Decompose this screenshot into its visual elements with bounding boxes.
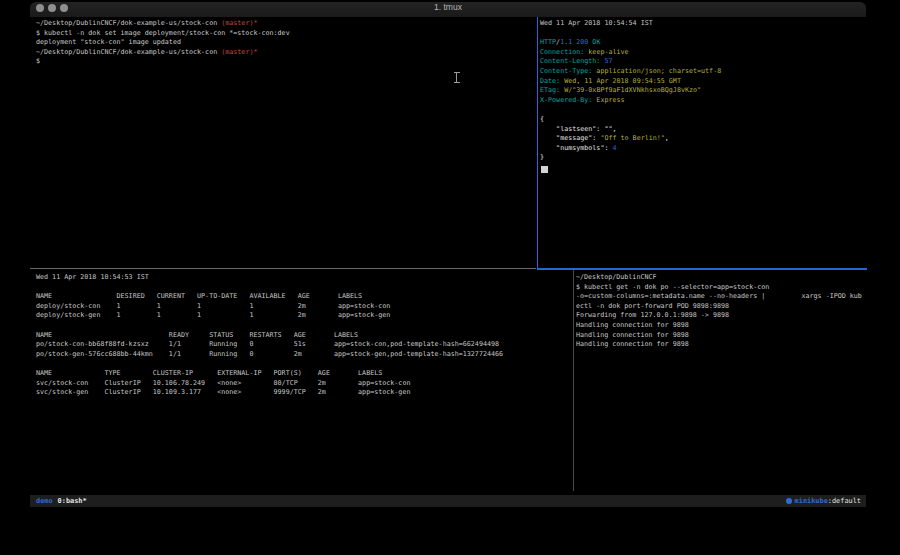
terminal-line: svc/stock-con ClusterIP 10.106.78.249 <n… xyxy=(36,379,566,389)
terminal-line: NAME DESIRED CURRENT UP-TO-DATE AVAILABL… xyxy=(36,292,566,302)
terminal-line: Date: Wed, 11 Apr 2018 09:54:55 GMT xyxy=(540,77,862,87)
pane-bottom-right[interactable]: ~/Desktop/DublinCNCF$ kubectl get -n dok… xyxy=(576,273,864,350)
terminal-line xyxy=(36,359,566,369)
tmux-status-bar: demo 0:bash* minikube:default xyxy=(30,495,866,507)
kubernetes-icon xyxy=(786,498,792,504)
terminal-line: "message": "Off to Berlin!", xyxy=(540,134,862,144)
pane-bottom-left[interactable]: Wed 11 Apr 2018 10:54:53 IST NAME DESIRED… xyxy=(36,273,566,398)
tmux-session-name[interactable]: demo xyxy=(36,497,53,505)
pane-divider-horizontal-right[interactable] xyxy=(537,268,867,270)
terminal-line: ectl -n dok port-forward POD 9898:9898 xyxy=(576,302,864,312)
terminal-line: deployment "stock-con" image updated xyxy=(36,38,534,48)
terminal-line: Handling connection for 9898 xyxy=(576,340,864,350)
terminal-line: po/stock-gen-576cc688bb-44kmn 1/1 Runnin… xyxy=(36,350,566,360)
terminal-line: Content-Type: application/json; charset=… xyxy=(540,67,862,77)
tmux-terminal: ~/Desktop/DublinCNCF/dok-example-us/stoc… xyxy=(30,17,866,495)
terminal-line: Handling connection for 9898 xyxy=(576,331,864,341)
pane-divider-horizontal-left[interactable] xyxy=(30,268,536,269)
pane-top-right[interactable]: Wed 11 Apr 2018 10:54:54 IST HTTP/1.1 200… xyxy=(540,19,862,163)
terminal-line: $ xyxy=(36,57,534,67)
terminal-line: HTTP/1.1 200 OK xyxy=(540,38,862,48)
pane-top-left[interactable]: ~/Desktop/DublinCNCF/dok-example-us/stoc… xyxy=(36,19,534,67)
status-left: demo 0:bash* xyxy=(36,495,87,507)
terminal-line: ~/Desktop/DublinCNCF xyxy=(576,273,864,283)
window-titlebar[interactable]: 1. tmux xyxy=(30,2,866,17)
terminal-line: deploy/stock-gen 1 1 1 1 2m app=stock-ge… xyxy=(36,311,566,321)
terminal-line: Wed 11 Apr 2018 10:54:54 IST xyxy=(540,19,862,29)
terminal-cursor xyxy=(541,166,548,174)
terminal-window: 1. tmux ~/Desktop/DublinCNCF/dok-example… xyxy=(30,2,866,507)
terminal-line xyxy=(36,283,566,293)
status-right: minikube:default xyxy=(786,495,861,507)
terminal-line: NAME TYPE CLUSTER-IP EXTERNAL-IP PORT(S)… xyxy=(36,369,566,379)
window-title: 1. tmux xyxy=(30,2,866,17)
terminal-line: "numsymbols": 4 xyxy=(540,144,862,154)
terminal-line: svc/stock-gen ClusterIP 10.109.3.177 <no… xyxy=(36,388,566,398)
kube-namespace: :default xyxy=(828,495,861,507)
terminal-line: Forwarding from 127.0.0.1:9898 -> 9898 xyxy=(576,311,864,321)
terminal-line xyxy=(36,321,566,331)
terminal-line: ETag: W/"39-0xBPf9aF1dXVNkhsxoBQgJ8vKzo" xyxy=(540,86,862,96)
pane-divider-vertical-bottom[interactable] xyxy=(573,270,574,491)
terminal-line: $ kubectl -n dok set image deployment/st… xyxy=(36,29,534,39)
terminal-line: X-Powered-By: Express xyxy=(540,96,862,106)
terminal-line: ~/Desktop/DublinCNCF/dok-example-us/stoc… xyxy=(36,48,534,58)
desktop-background: 1. tmux ~/Desktop/DublinCNCF/dok-example… xyxy=(0,0,900,555)
terminal-line xyxy=(540,105,862,115)
terminal-line: Wed 11 Apr 2018 10:54:53 IST xyxy=(36,273,566,283)
terminal-line: } xyxy=(540,153,862,163)
terminal-line: { xyxy=(540,115,862,125)
terminal-line: -o=custom-columns=:metadata.name --no-he… xyxy=(576,292,864,302)
terminal-line: $ kubectl get -n dok po --selector=app=s… xyxy=(576,283,864,293)
terminal-line: deploy/stock-con 1 1 1 1 2m app=stock-co… xyxy=(36,302,566,312)
terminal-line: Connection: keep-alive xyxy=(540,48,862,58)
tmux-window-item[interactable]: 0:bash* xyxy=(58,497,87,505)
terminal-line: Handling connection for 9898 xyxy=(576,321,864,331)
pane-divider-vertical-top[interactable] xyxy=(537,17,539,269)
terminal-line: "lastseen": "", xyxy=(540,125,862,135)
mouse-text-cursor xyxy=(456,72,457,83)
terminal-line: NAME READY STATUS RESTARTS AGE LABELS xyxy=(36,331,566,341)
kube-context: minikube xyxy=(795,495,828,507)
terminal-line: po/stock-con-bb68f88fd-kzsxz 1/1 Running… xyxy=(36,340,566,350)
terminal-line: ~/Desktop/DublinCNCF/dok-example-us/stoc… xyxy=(36,19,534,29)
terminal-line xyxy=(540,29,862,39)
terminal-line: Content-Length: 57 xyxy=(540,57,862,67)
